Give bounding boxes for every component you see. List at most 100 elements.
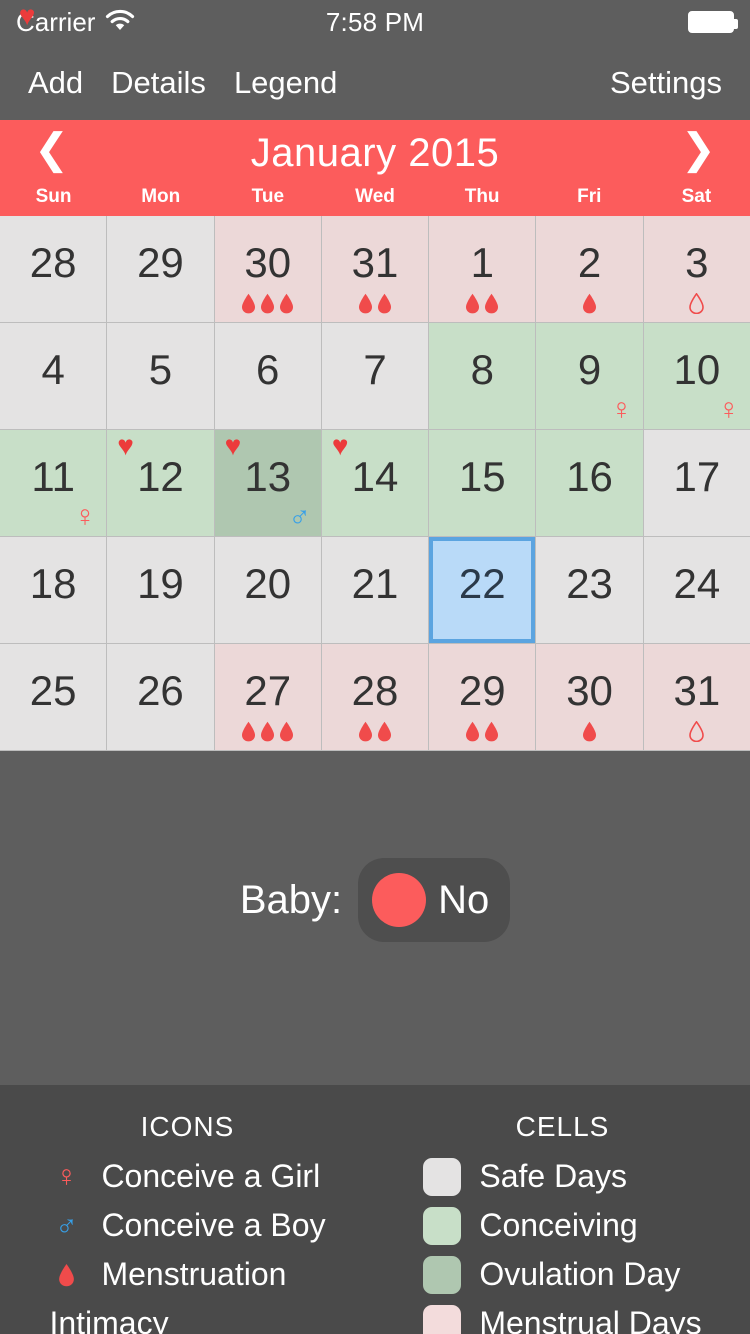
female-symbol-icon: ♀ — [55, 1159, 78, 1193]
male-symbol-icon: ♂ — [288, 500, 311, 533]
calendar-day-cell[interactable]: 27 — [214, 644, 321, 750]
legend-cells-list: Safe Days Conceiving Ovulation Day Menstrua… — [423, 1155, 702, 1334]
day-number: 6 — [256, 346, 280, 393]
calendar-day-cell[interactable]: 25 — [0, 644, 107, 750]
menstruation-drops — [322, 293, 428, 314]
calendar-day-cell[interactable]: 20 — [214, 537, 321, 643]
day-number: 23 — [566, 560, 613, 607]
calendar-day-cell[interactable]: 26 — [107, 644, 214, 750]
male-symbol-icon: ♂ — [55, 1208, 78, 1242]
calendar-day-cell[interactable]: 1 — [429, 216, 536, 322]
blood-drop-icon — [280, 293, 294, 314]
menstruation-drops — [536, 721, 642, 742]
day-number: 5 — [148, 346, 173, 393]
calendar-day-cell[interactable]: 23 — [536, 537, 643, 643]
calendar-day-cell[interactable]: 31 — [643, 644, 750, 750]
day-number: 14 — [351, 453, 399, 500]
day-number: 22 — [458, 560, 506, 607]
day-number: 1 — [470, 239, 494, 286]
day-number: 7 — [363, 346, 387, 393]
calendar-day-cell[interactable]: 11 ♀ — [0, 430, 107, 536]
calendar-day-cell[interactable]: 31 — [321, 216, 429, 322]
legend-icons-column: ICONS ♀ Conceive a Girl ♂ Conceive a Boy Men… — [0, 2, 375, 1334]
calendar-day-cell[interactable]: 4 — [0, 323, 107, 429]
day-number: 8 — [470, 346, 494, 393]
day-number: 31 — [351, 239, 399, 286]
calendar-day-cell[interactable]: 15 — [429, 430, 536, 536]
day-number: 20 — [244, 560, 292, 607]
female-symbol-icon: ♀ — [73, 500, 97, 533]
toggle-knob — [372, 873, 427, 927]
calendar-day-cell[interactable]: 17 — [643, 430, 750, 536]
day-number: 27 — [244, 667, 292, 714]
blood-drop-icon — [261, 721, 275, 742]
details-button[interactable]: Details — [97, 67, 220, 98]
legend-color-swatch — [423, 1157, 462, 1196]
day-number: 31 — [673, 667, 721, 714]
calendar-day-cell[interactable]: 30 — [536, 644, 643, 750]
legend-cells-column: CELLS Safe Days Conceiving Ovulation Day Me… — [375, 1111, 750, 1334]
calendar-day-cell[interactable]: ♥ 14 — [321, 430, 429, 536]
blood-drop-icon — [49, 1263, 83, 1286]
day-number: 30 — [244, 239, 292, 286]
calendar-day-cell[interactable]: 28 — [0, 216, 107, 322]
day-number: 12 — [137, 453, 184, 500]
blood-drop-icon — [242, 721, 256, 742]
legend-item-label: Conceive a Girl — [101, 1158, 321, 1194]
calendar-day-cell[interactable]: 9 ♀ — [536, 323, 643, 429]
calendar-day-cell[interactable]: ♥ 13 ♂ — [214, 430, 321, 536]
weekday-label-mon: Mon — [141, 186, 181, 207]
settings-button[interactable]: Settings — [596, 67, 736, 98]
calendar-day-cell[interactable]: 29 — [429, 644, 536, 750]
calendar-day-cell[interactable]: 19 — [107, 537, 214, 643]
calendar-day-cell[interactable]: 22 — [429, 537, 536, 643]
menstruation-drops — [322, 721, 428, 742]
blood-drop-icon — [242, 293, 256, 314]
menstruation-drops — [429, 721, 535, 742]
day-number: 18 — [29, 560, 77, 607]
calendar-day-cell[interactable]: 2 — [536, 216, 643, 322]
blood-drop-icon — [583, 721, 597, 742]
calendar-day-cell[interactable]: 24 — [643, 537, 750, 643]
month-title: January 2015 — [250, 130, 500, 175]
blood-drop-icon — [485, 721, 499, 742]
baby-toggle[interactable]: No — [358, 858, 511, 942]
calendar-day-cell[interactable]: 6 — [214, 323, 321, 429]
battery-full-icon — [688, 11, 738, 33]
weekday-label-sat: Sat — [681, 186, 712, 207]
calendar-day-cell[interactable]: ♥ 12 — [107, 430, 214, 536]
calendar-day-cell[interactable]: 3 — [643, 216, 750, 322]
legend-icons-list: ♀ Conceive a Girl ♂ Conceive a Boy Menstruat… — [19, 2, 326, 1334]
day-number: 30 — [566, 667, 613, 714]
baby-toggle-row: Baby: No — [240, 858, 511, 942]
status-bar-clock: 7:58 PM — [325, 6, 425, 37]
legend-item: ♂ Conceive a Boy — [49, 1204, 325, 1247]
legend-item: Ovulation Day — [423, 1253, 701, 1296]
month-title-row: ❮ January 2015 ❯ — [0, 120, 750, 186]
menstruation-drops — [215, 721, 321, 742]
heart-icon: ♥ — [331, 430, 349, 461]
day-number: 29 — [458, 667, 506, 714]
add-button[interactable]: Add — [14, 67, 97, 98]
chevron-right-icon[interactable]: ❯ — [681, 128, 716, 170]
legend-cells-heading: CELLS — [515, 1111, 610, 1142]
calendar-day-cell[interactable]: 10 ♀ — [643, 323, 750, 429]
calendar-day-cell[interactable]: 7 — [321, 323, 429, 429]
calendar-day-cell[interactable]: 18 — [0, 537, 107, 643]
calendar-day-cell[interactable]: 5 — [107, 323, 214, 429]
day-number: 28 — [29, 239, 77, 286]
calendar-day-cell[interactable]: 16 — [536, 430, 643, 536]
calendar-day-cell[interactable]: 29 — [107, 216, 214, 322]
calendar-day-cell[interactable]: 28 — [321, 644, 429, 750]
baby-toggle-value: No — [438, 877, 490, 922]
legend-item-label: Safe Days — [479, 1158, 627, 1194]
calendar-day-cell[interactable]: 21 — [321, 537, 429, 643]
legend-item-label: Intimacy — [49, 1305, 169, 1334]
day-number: 2 — [577, 239, 602, 286]
legend-button[interactable]: Legend — [220, 67, 351, 98]
month-header: ❮ January 2015 ❯ Sun Mon Tue Wed Thu Fri Sat — [0, 120, 750, 216]
legend-panel: ICONS ♀ Conceive a Girl ♂ Conceive a Boy Men… — [0, 2, 750, 1334]
day-number: 4 — [41, 346, 65, 393]
calendar-day-cell[interactable]: 30 — [214, 216, 321, 322]
calendar-day-cell[interactable]: 8 — [429, 323, 536, 429]
